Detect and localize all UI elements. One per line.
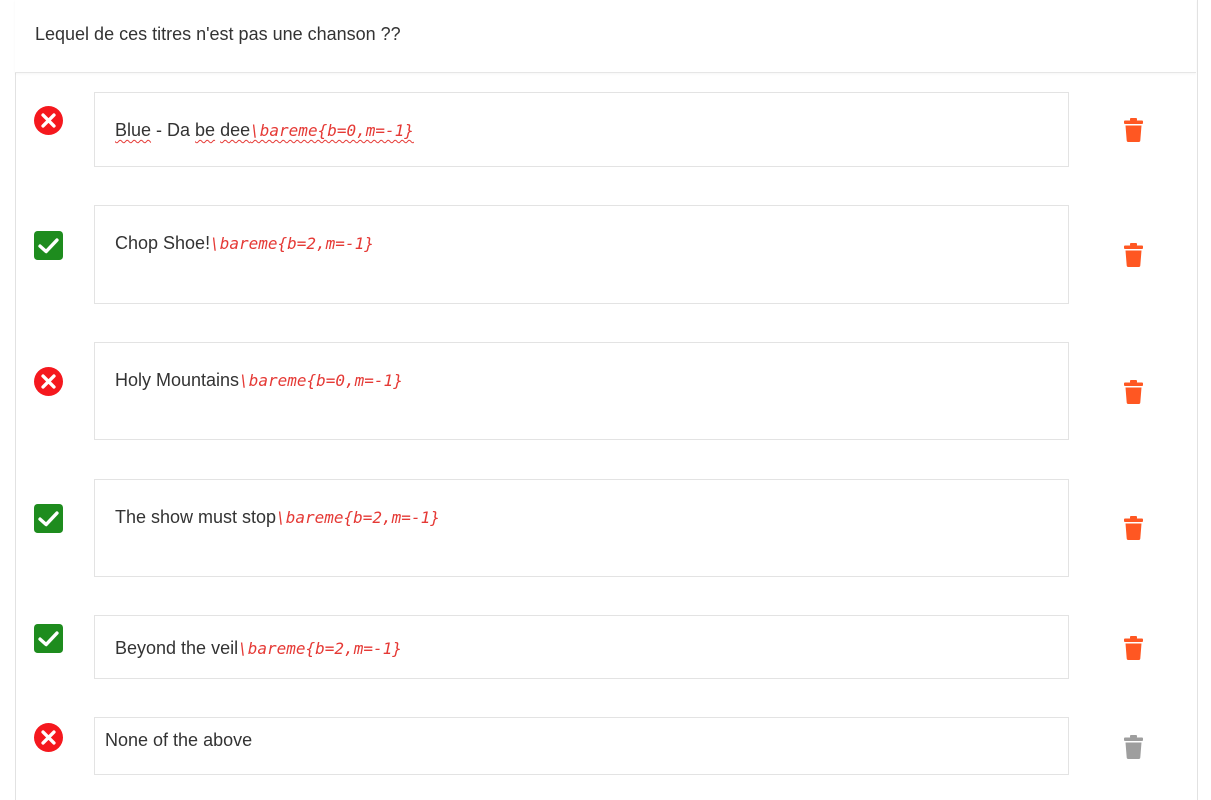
answer-row: Beyond the veil\bareme{b=2,m=-1} [0, 615, 1211, 679]
delete-answer-button[interactable] [1124, 735, 1143, 759]
answer-editor[interactable]: The show must stop\bareme{b=2,m=-1} [94, 479, 1069, 577]
title-segment: - Da [151, 120, 196, 140]
answer-text: Beyond the veil\bareme{b=2,m=-1} [115, 638, 402, 659]
bareme-macro: \bareme{b=2,m=-1} [276, 508, 440, 527]
bareme-macro: \bareme{b=0,m=-1} [239, 371, 403, 390]
answer-row: Chop Shoe!\bareme{b=2,m=-1} [0, 205, 1211, 304]
delete-answer-button[interactable] [1124, 636, 1143, 660]
misspelled-word: Blue [115, 120, 152, 140]
delete-answer-button[interactable] [1124, 380, 1143, 404]
answer-row: Blue - Da be dee\bareme{b=0,m=-1} [0, 92, 1211, 167]
trash-icon [1124, 735, 1143, 759]
answer-title: Chop Shoe! [115, 233, 211, 253]
question-text[interactable]: Lequel de ces titres n'est pas une chans… [35, 24, 401, 45]
answer-row: Holy Mountains\bareme{b=0,m=-1} [0, 342, 1211, 440]
trash-icon [1124, 380, 1143, 404]
answer-editor[interactable]: Chop Shoe!\bareme{b=2,m=-1} [94, 205, 1069, 304]
misspelled-word: be [195, 120, 216, 140]
delete-answer-button[interactable] [1124, 516, 1143, 540]
trash-icon [1124, 243, 1143, 267]
bareme-macro: \bareme{b=2,m=-1} [238, 639, 402, 658]
trash-icon [1124, 636, 1143, 660]
answer-row: None of the above [0, 717, 1211, 775]
check-box-icon[interactable] [34, 504, 63, 533]
bareme-macro: \bareme{b=0,m=-1} [250, 121, 414, 140]
answer-text: Blue - Da be dee\bareme{b=0,m=-1} [115, 120, 414, 141]
answer-text: None of the above [105, 730, 252, 751]
misspelled-word: dee [220, 120, 251, 140]
answer-title: Holy Mountains [115, 370, 240, 390]
trash-icon [1124, 118, 1143, 142]
delete-answer-button[interactable] [1124, 243, 1143, 267]
answer-editor[interactable]: Blue - Da be dee\bareme{b=0,m=-1} [94, 92, 1069, 167]
answer-text: Chop Shoe!\bareme{b=2,m=-1} [115, 233, 374, 254]
delete-answer-button[interactable] [1124, 118, 1143, 142]
cross-circle-icon[interactable] [34, 367, 63, 396]
cross-circle-icon[interactable] [34, 723, 63, 752]
answer-text: Holy Mountains\bareme{b=0,m=-1} [115, 370, 403, 391]
trash-icon [1124, 516, 1143, 540]
answer-title: None of the above [105, 730, 253, 750]
answer-editor[interactable]: Holy Mountains\bareme{b=0,m=-1} [94, 342, 1069, 440]
answer-editor[interactable]: None of the above [94, 717, 1069, 775]
check-box-icon[interactable] [34, 231, 63, 260]
answer-editor[interactable]: Beyond the veil\bareme{b=2,m=-1} [94, 615, 1069, 679]
answer-title: Beyond the veil [115, 638, 239, 658]
answer-text: The show must stop\bareme{b=2,m=-1} [115, 507, 440, 528]
question-header: Lequel de ces titres n'est pas une chans… [15, 0, 1196, 73]
check-box-icon[interactable] [34, 624, 63, 653]
answer-title: The show must stop [115, 507, 277, 527]
bareme-macro: \bareme{b=2,m=-1} [210, 234, 374, 253]
answer-row: The show must stop\bareme{b=2,m=-1} [0, 479, 1211, 577]
cross-circle-icon[interactable] [34, 106, 63, 135]
